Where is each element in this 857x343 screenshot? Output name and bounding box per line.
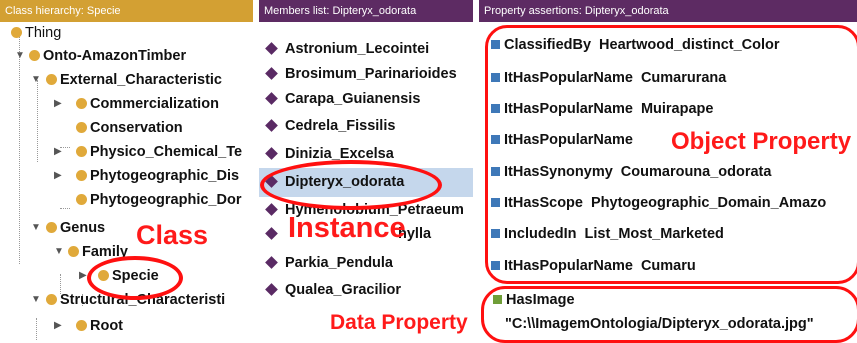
tree-item-thing[interactable]: Thing: [11, 22, 61, 44]
class-dot-icon: [68, 245, 79, 257]
highlight-object-properties: [485, 25, 857, 284]
tree-item-onto-amazontimber[interactable]: Onto-AmazonTimber: [29, 45, 186, 67]
highlight-oval-instance: [260, 160, 442, 210]
tree-item-conservation[interactable]: Conservation: [76, 117, 183, 139]
tree-line: [60, 208, 70, 209]
class-dot-icon: [11, 26, 22, 38]
list-item[interactable]: Carapa_Guianensis: [259, 87, 473, 112]
class-dot-icon: [29, 49, 40, 61]
tree-item-phytogeographic-dis[interactable]: Phytogeographic_Dis: [76, 165, 239, 187]
instance-diamond-icon: [265, 226, 278, 240]
instance-diamond-icon: [265, 118, 278, 132]
list-item[interactable]: Cedrela_Fissilis: [259, 114, 473, 139]
list-item[interactable]: Qualea_Gracilior: [259, 278, 473, 303]
class-dot-icon: [76, 97, 87, 109]
list-item[interactable]: Astronium_Lecointei: [259, 37, 473, 62]
class-dot-icon: [76, 145, 87, 157]
expanded-arrow-icon[interactable]: ▼: [31, 217, 41, 239]
tree-item-genus[interactable]: Genus: [46, 217, 105, 239]
expanded-arrow-icon[interactable]: ▼: [15, 45, 25, 67]
tree-item-root[interactable]: Root: [76, 315, 123, 337]
list-item[interactable]: Parkia_Pendula: [259, 251, 473, 276]
instance-diamond-icon: [265, 41, 278, 55]
members-list-header: Members list: Dipteryx_odorata: [259, 0, 473, 22]
property-assertions-header: Property assertions: Dipteryx_odorata: [479, 0, 857, 22]
class-dot-icon: [46, 293, 57, 305]
instance-diamond-icon: [265, 66, 278, 80]
collapsed-arrow-icon[interactable]: ▶: [54, 93, 62, 115]
tree-item-external-characteristic[interactable]: External_Characteristic: [46, 69, 222, 91]
collapsed-arrow-icon[interactable]: ▶: [54, 165, 62, 187]
annotation-data-property: Data Property: [330, 311, 468, 334]
collapsed-arrow-icon[interactable]: ▶: [79, 265, 87, 287]
expanded-arrow-icon[interactable]: ▼: [31, 289, 41, 311]
instance-diamond-icon: [265, 202, 278, 216]
tree-line: [37, 80, 38, 162]
class-dot-icon: [76, 193, 87, 205]
instance-diamond-icon: [265, 255, 278, 269]
instance-diamond-icon: [265, 282, 278, 296]
list-item[interactable]: Brosimum_Parinarioides: [259, 62, 473, 87]
tree-item-physico-chemical[interactable]: Physico_Chemical_Te: [76, 141, 242, 163]
instance-diamond-icon: [265, 146, 278, 160]
instance-diamond-icon: [265, 91, 278, 105]
tree-item-commercialization[interactable]: Commercialization: [76, 93, 219, 115]
class-dot-icon: [46, 221, 57, 233]
tree-item-phytogeographic-dor[interactable]: Phytogeographic_Dor: [76, 189, 241, 211]
expanded-arrow-icon[interactable]: ▼: [54, 241, 64, 263]
collapsed-arrow-icon[interactable]: ▶: [54, 315, 62, 337]
class-hierarchy-header: Class hierarchy: Specie: [0, 0, 253, 22]
expanded-arrow-icon[interactable]: ▼: [31, 69, 41, 91]
highlight-oval-specie: [87, 256, 183, 300]
collapsed-arrow-icon[interactable]: ▶: [54, 141, 62, 163]
class-dot-icon: [46, 73, 57, 85]
highlight-data-property: [481, 286, 857, 343]
class-dot-icon: [76, 121, 87, 133]
annotation-instance: Instance: [288, 212, 406, 244]
annotation-class: Class: [136, 220, 209, 250]
class-dot-icon: [76, 169, 87, 181]
class-dot-icon: [76, 319, 87, 331]
tree-line: [36, 318, 37, 341]
